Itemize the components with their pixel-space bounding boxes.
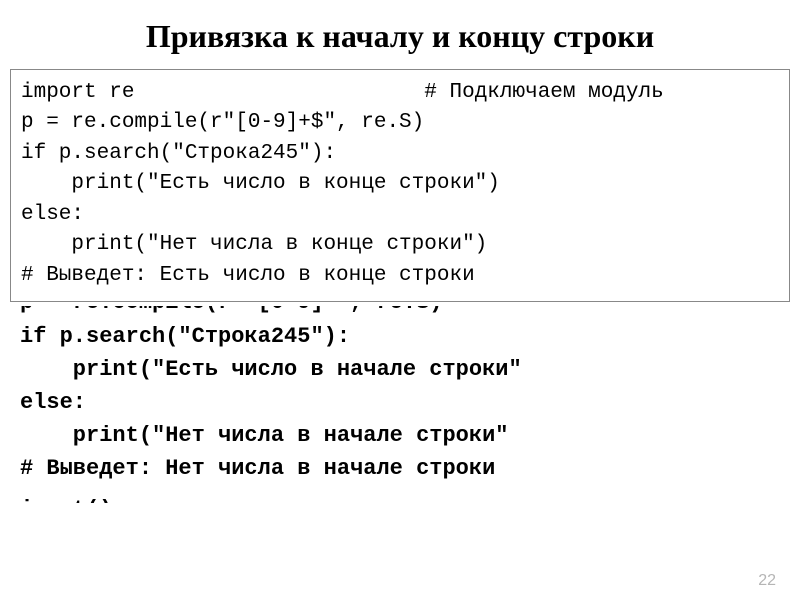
code-line: # Выведет: Есть число в конце строки bbox=[21, 261, 779, 291]
code-comment: # Подключаем модуль bbox=[424, 81, 663, 104]
code-line: if p.search("Строка245"): bbox=[21, 139, 779, 169]
code-line: # Выведет: Нет числа в начале строки bbox=[20, 452, 780, 485]
code-line: print("Нет числа в конце строки") bbox=[21, 230, 779, 260]
code-box-end-anchor: import re # Подключаем модуль p = re.com… bbox=[10, 69, 790, 302]
code-line: print("Есть число в конце строки") bbox=[21, 169, 779, 199]
code-block-start-anchor: p = re.compile(r"^[0-9]+", re.S) if p.se… bbox=[10, 306, 790, 503]
code-line: print("Есть число в начале строки" bbox=[20, 353, 780, 386]
code-line: input() bbox=[20, 493, 780, 503]
code-line: print("Нет числа в начале строки" bbox=[20, 419, 780, 452]
code-line: p = re.compile(r"[0-9]+$", re.S) bbox=[21, 108, 779, 138]
code-import: import re bbox=[21, 81, 134, 104]
code-line-cut-bottom: input() bbox=[20, 493, 780, 503]
code-line: else: bbox=[21, 200, 779, 230]
code-line: p = re.compile(r"^[0-9]+", re.S) bbox=[20, 306, 442, 314]
code-line: else: bbox=[20, 386, 780, 419]
code-line-cut-top: p = re.compile(r"^[0-9]+", re.S) bbox=[20, 306, 780, 320]
page-number: 22 bbox=[758, 572, 776, 590]
code-line: import re # Подключаем модуль bbox=[21, 78, 779, 108]
code-line: if p.search("Строка245"): bbox=[20, 320, 780, 353]
slide-title: Привязка к началу и концу строки bbox=[0, 0, 800, 69]
